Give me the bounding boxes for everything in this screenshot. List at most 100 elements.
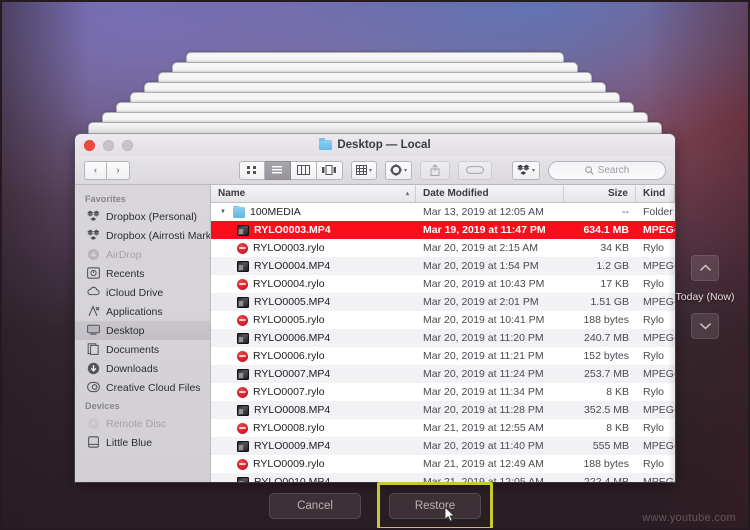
file-list-column-headers: Name ▴ Date Modified Size Kind bbox=[211, 185, 675, 203]
column-header-label: Size bbox=[607, 188, 628, 199]
rylo-icon bbox=[237, 278, 248, 290]
file-name-label: RYLO0009.MP4 bbox=[254, 440, 331, 452]
action-menu-button[interactable]: ▾ bbox=[384, 160, 412, 180]
search-input[interactable]: Search bbox=[548, 160, 666, 180]
table-row[interactable]: RYLO0010.MP4 Mar 21, 2019 at 12:05 AM 222.… bbox=[211, 473, 675, 482]
sidebar-item-desktop[interactable]: Desktop bbox=[75, 321, 210, 340]
table-row[interactable]: RYLO0005.rylo Mar 20, 2019 at 10:41 PM 188… bbox=[211, 311, 675, 329]
forward-button[interactable]: › bbox=[107, 160, 130, 180]
table-row[interactable]: RYLO0007.MP4 Mar 20, 2019 at 11:24 PM 253.… bbox=[211, 365, 675, 383]
table-row[interactable]: RYLO0009.rylo Mar 21, 2019 at 12:49 AM 188… bbox=[211, 455, 675, 473]
file-name-label: RYLO0006.MP4 bbox=[254, 332, 331, 344]
cell-name: RYLO0005.MP4 bbox=[211, 296, 416, 308]
sidebar-item-airdrop[interactable]: AirDrop bbox=[75, 245, 210, 264]
back-button[interactable]: ‹ bbox=[84, 160, 107, 180]
cell-name: RYLO0007.rylo bbox=[211, 386, 416, 398]
table-row[interactable]: RYLO0008.MP4 Mar 20, 2019 at 11:28 PM 352.… bbox=[211, 401, 675, 419]
cell-name: RYLO0003.MP4 bbox=[211, 224, 416, 236]
chevron-down-icon bbox=[699, 323, 711, 330]
cancel-button[interactable]: Cancel bbox=[269, 493, 361, 519]
cell-kind: MPEG-… bbox=[643, 260, 675, 272]
cell-date-modified: Mar 20, 2019 at 11:40 PM bbox=[423, 440, 544, 452]
cell-size: 188 bytes bbox=[583, 314, 629, 326]
file-name-label: RYLO0003.rylo bbox=[253, 242, 325, 254]
sidebar-item-downloads[interactable]: Downloads bbox=[75, 359, 210, 378]
documents-icon bbox=[87, 343, 100, 356]
file-name-label: RYLO0004.MP4 bbox=[254, 260, 331, 272]
cell-name: RYLO0005.rylo bbox=[211, 314, 416, 326]
column-header-size[interactable]: Size bbox=[564, 185, 636, 202]
sidebar-item-remote-disc[interactable]: Remote Disc bbox=[75, 414, 210, 433]
timemachine-down-button[interactable] bbox=[691, 313, 719, 339]
table-row[interactable]: RYLO0005.MP4 Mar 20, 2019 at 2:01 PM 1.51 … bbox=[211, 293, 675, 311]
sidebar-item-label: Downloads bbox=[106, 362, 158, 375]
sidebar-item-dropbox-personal[interactable]: Dropbox (Personal) bbox=[75, 207, 210, 226]
sidebar-item-little-blue[interactable]: Little Blue bbox=[75, 433, 210, 452]
rylo-icon bbox=[237, 314, 248, 326]
cell-date-modified: Mar 20, 2019 at 2:01 PM bbox=[423, 296, 539, 308]
mp4-icon bbox=[237, 404, 249, 416]
window-title-text: Desktop — Local bbox=[337, 139, 431, 151]
cell-name: RYLO0009.rylo bbox=[211, 458, 416, 470]
table-row[interactable]: RYLO0006.rylo Mar 20, 2019 at 11:21 PM 152… bbox=[211, 347, 675, 365]
sidebar-item-dropbox-airrosti[interactable]: Dropbox (Airrosti Marketing) bbox=[75, 226, 210, 245]
column-header-name[interactable]: Name ▴ bbox=[211, 185, 416, 202]
table-row[interactable]: RYLO0009.MP4 Mar 20, 2019 at 11:40 PM 555 … bbox=[211, 437, 675, 455]
table-row[interactable]: RYLO0003.MP4 Mar 19, 2019 at 11:47 PM 634.… bbox=[211, 221, 675, 239]
cell-kind: Rylo bbox=[643, 386, 665, 398]
chevron-down-icon: ▾ bbox=[531, 167, 535, 174]
sidebar-item-creative-cloud-files[interactable]: Creative Cloud Files bbox=[75, 378, 210, 397]
view-gallery-button[interactable] bbox=[316, 160, 343, 180]
rylo-icon bbox=[237, 386, 248, 398]
sidebar-item-documents[interactable]: Documents bbox=[75, 340, 210, 359]
table-row[interactable]: RYLO0008.rylo Mar 21, 2019 at 12:55 AM 8 K… bbox=[211, 419, 675, 437]
sidebar-item-recents[interactable]: Recents bbox=[75, 264, 210, 283]
sidebar-item-label: Dropbox (Personal) bbox=[106, 210, 198, 223]
cell-date-modified: Mar 20, 2019 at 11:20 PM bbox=[423, 332, 544, 344]
cell-name: RYLO0008.MP4 bbox=[211, 404, 416, 416]
cell-size: 253.7 MB bbox=[584, 368, 629, 380]
view-icon-button[interactable] bbox=[238, 160, 265, 180]
column-header-kind[interactable]: Kind bbox=[636, 185, 675, 202]
cell-size: 8 KB bbox=[606, 422, 629, 434]
sidebar-item-label: Remote Disc bbox=[106, 417, 167, 430]
search-placeholder: Search bbox=[597, 164, 630, 176]
cell-kind: MPEG-… bbox=[643, 296, 675, 308]
view-column-button[interactable] bbox=[290, 160, 317, 180]
gallery-icon bbox=[322, 165, 337, 175]
table-row[interactable]: RYLO0006.MP4 Mar 20, 2019 at 11:20 PM 240.… bbox=[211, 329, 675, 347]
dropbox-toolbar-button[interactable]: ▾ bbox=[511, 160, 540, 180]
table-row[interactable]: RYLO0007.rylo Mar 20, 2019 at 11:34 PM 8 K… bbox=[211, 383, 675, 401]
cell-date-modified: Mar 20, 2019 at 10:43 PM bbox=[423, 278, 545, 290]
chevron-down-icon: ▾ bbox=[368, 167, 372, 174]
chevron-up-icon bbox=[699, 264, 711, 271]
file-name-label: RYLO0009.rylo bbox=[253, 458, 325, 470]
creative-cloud-icon bbox=[87, 381, 100, 394]
arrange-button[interactable]: ▾ bbox=[350, 160, 377, 180]
table-row[interactable]: ▼ 100MEDIA Mar 13, 2019 at 12:05 AM -- Folde… bbox=[211, 203, 675, 221]
view-list-button[interactable] bbox=[264, 160, 291, 180]
restore-button-wrapper: Restore bbox=[377, 482, 493, 530]
timemachine-up-button[interactable] bbox=[691, 255, 719, 281]
chevron-down-icon: ▾ bbox=[403, 167, 407, 174]
file-name-label: 100MEDIA bbox=[250, 206, 301, 218]
sidebar-heading-favorites: Favorites bbox=[85, 194, 126, 204]
tags-button[interactable] bbox=[457, 160, 492, 180]
table-row[interactable]: RYLO0004.rylo Mar 20, 2019 at 10:43 PM 17 … bbox=[211, 275, 675, 293]
restore-button[interactable]: Restore bbox=[389, 493, 481, 519]
sidebar-item-applications[interactable]: Applications bbox=[75, 302, 210, 321]
cell-date-modified: Mar 20, 2019 at 11:28 PM bbox=[423, 404, 544, 416]
table-row[interactable]: RYLO0003.rylo Mar 20, 2019 at 2:15 AM 34 K… bbox=[211, 239, 675, 257]
disclosure-triangle-open-icon[interactable]: ▼ bbox=[218, 209, 228, 215]
sidebar-item-icloud-drive[interactable]: iCloud Drive bbox=[75, 283, 210, 302]
sidebar-section-devices: Devices Remote Disc Little Blue bbox=[75, 397, 210, 452]
cell-kind: Rylo bbox=[643, 422, 665, 434]
share-button[interactable] bbox=[419, 160, 450, 180]
table-row[interactable]: RYLO0004.MP4 Mar 20, 2019 at 1:54 PM 1.2 G… bbox=[211, 257, 675, 275]
cell-name: ▼ 100MEDIA bbox=[211, 206, 416, 218]
sidebar-item-label: Recents bbox=[106, 267, 145, 280]
downloads-icon bbox=[87, 362, 100, 375]
column-header-date-modified[interactable]: Date Modified bbox=[416, 185, 564, 202]
action-bar: Cancel Restore bbox=[0, 482, 750, 530]
cell-name: RYLO0008.rylo bbox=[211, 422, 416, 434]
